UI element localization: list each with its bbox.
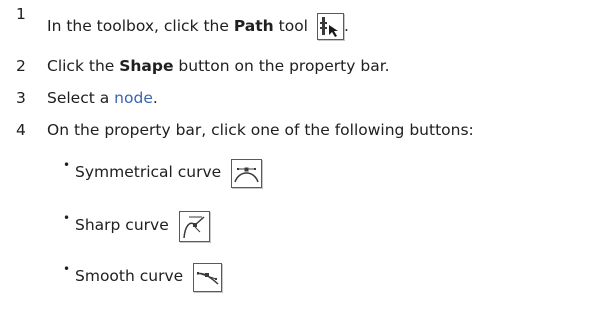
step-text-trailing: .: [343, 16, 349, 35]
sharp-curve-icon: [178, 210, 210, 242]
bullet-label: Smooth curve: [75, 267, 184, 286]
bullet-icon: •: [63, 158, 71, 172]
step-text-before: Click the: [47, 57, 120, 76]
symmetrical-curve-icon: [231, 158, 263, 188]
step-text-after: tool: [273, 16, 308, 35]
smooth-curve-icon: [193, 262, 223, 292]
bullet-text: Sharp curve: [75, 210, 210, 242]
step-4: 4 On the property bar, click one of the …: [0, 114, 615, 148]
bullet-icon: •: [63, 211, 71, 225]
step-bold-term: Path: [233, 16, 274, 35]
step-3: 3 Select a node .: [0, 82, 615, 116]
list-item: • Sharp curve: [0, 207, 615, 245]
step-text-after: .: [152, 89, 158, 108]
node-link[interactable]: node: [114, 91, 153, 107]
step-text: Click the Shape button on the property b…: [47, 59, 390, 75]
bullet-label: Symmetrical curve: [75, 163, 222, 182]
step-number: 3: [16, 89, 26, 108]
bullet-text: Smooth curve: [75, 262, 223, 292]
step-1: 1 In the toolbox, click the Path tool .: [0, 4, 615, 40]
step-text: In the toolbox, click the Path tool .: [47, 13, 349, 40]
bullet-text: Symmetrical curve: [75, 158, 263, 188]
path-tool-icon: [316, 13, 344, 40]
step-number: 2: [16, 57, 26, 76]
list-item: • Symmetrical curve: [0, 154, 615, 192]
step-bold-term: Shape: [119, 57, 174, 76]
bullet-label: Sharp curve: [75, 216, 169, 235]
list-item: • Smooth curve: [0, 258, 615, 296]
bullet-icon: •: [63, 262, 71, 276]
step-text: On the property bar, click one of the fo…: [47, 121, 474, 140]
step-number: 1: [16, 5, 26, 23]
step-2: 2 Click the Shape button on the property…: [0, 50, 615, 84]
step-text-before: Select a: [47, 89, 115, 108]
step-text: Select a node .: [47, 91, 158, 107]
step-number: 4: [16, 121, 26, 140]
step-text-after: button on the property bar.: [173, 57, 390, 76]
step-text-before: In the toolbox, click the: [47, 16, 234, 35]
